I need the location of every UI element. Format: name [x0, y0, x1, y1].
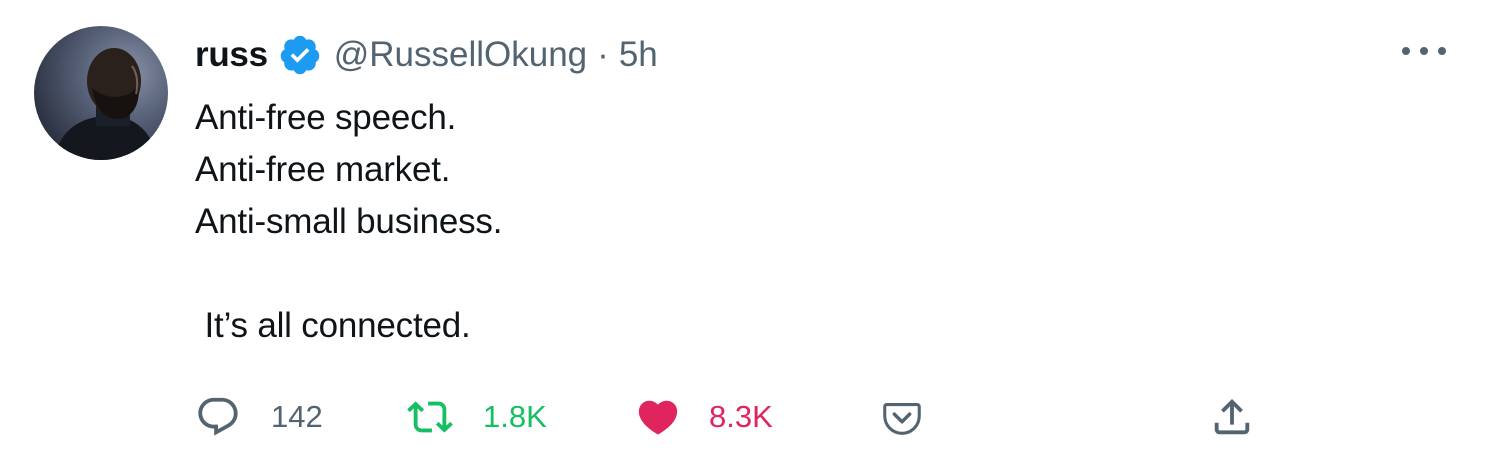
share-icon	[1209, 394, 1255, 440]
tweet-text-line: It’s all connected.	[195, 306, 471, 345]
separator-dot: ·	[597, 35, 609, 74]
tweet-timestamp[interactable]: 5h	[619, 35, 658, 75]
author-name[interactable]: russ	[195, 35, 268, 75]
more-dot	[1420, 47, 1428, 55]
retweet-count: 1.8K	[483, 399, 547, 434]
tweet: russ @RussellOkung · 5h Anti-free speech…	[0, 0, 1498, 476]
tweet-text-line: Anti-free market.	[195, 150, 451, 189]
avatar-image	[54, 48, 158, 160]
reply-count: 142	[271, 399, 323, 434]
author-handle[interactable]: @RussellOkung	[334, 35, 587, 75]
pocket-button[interactable]	[879, 390, 925, 444]
reply-icon	[195, 394, 241, 440]
more-horizontal-icon[interactable]	[1402, 36, 1446, 66]
more-dot	[1402, 47, 1410, 55]
retweet-button[interactable]: 1.8K	[407, 390, 547, 444]
tweet-text-line: Anti-free speech.	[195, 98, 457, 137]
retweet-icon	[407, 394, 453, 440]
more-dot	[1438, 47, 1446, 55]
share-button[interactable]	[1209, 390, 1255, 444]
tweet-text: Anti-free speech. Anti-free market. Anti…	[195, 92, 502, 352]
tweet-actions: 142 1.8K 8.3K	[195, 390, 1265, 444]
tweet-header: russ @RussellOkung · 5h	[195, 30, 658, 80]
reply-button[interactable]: 142	[195, 390, 323, 444]
tweet-text-line	[195, 248, 502, 300]
like-count: 8.3K	[709, 399, 773, 434]
avatar[interactable]	[34, 26, 168, 160]
heart-icon	[635, 394, 681, 440]
tweet-text-line: Anti-small business.	[195, 202, 503, 241]
like-button[interactable]: 8.3K	[635, 390, 773, 444]
verified-badge-icon	[278, 33, 322, 77]
pocket-icon	[879, 394, 925, 440]
